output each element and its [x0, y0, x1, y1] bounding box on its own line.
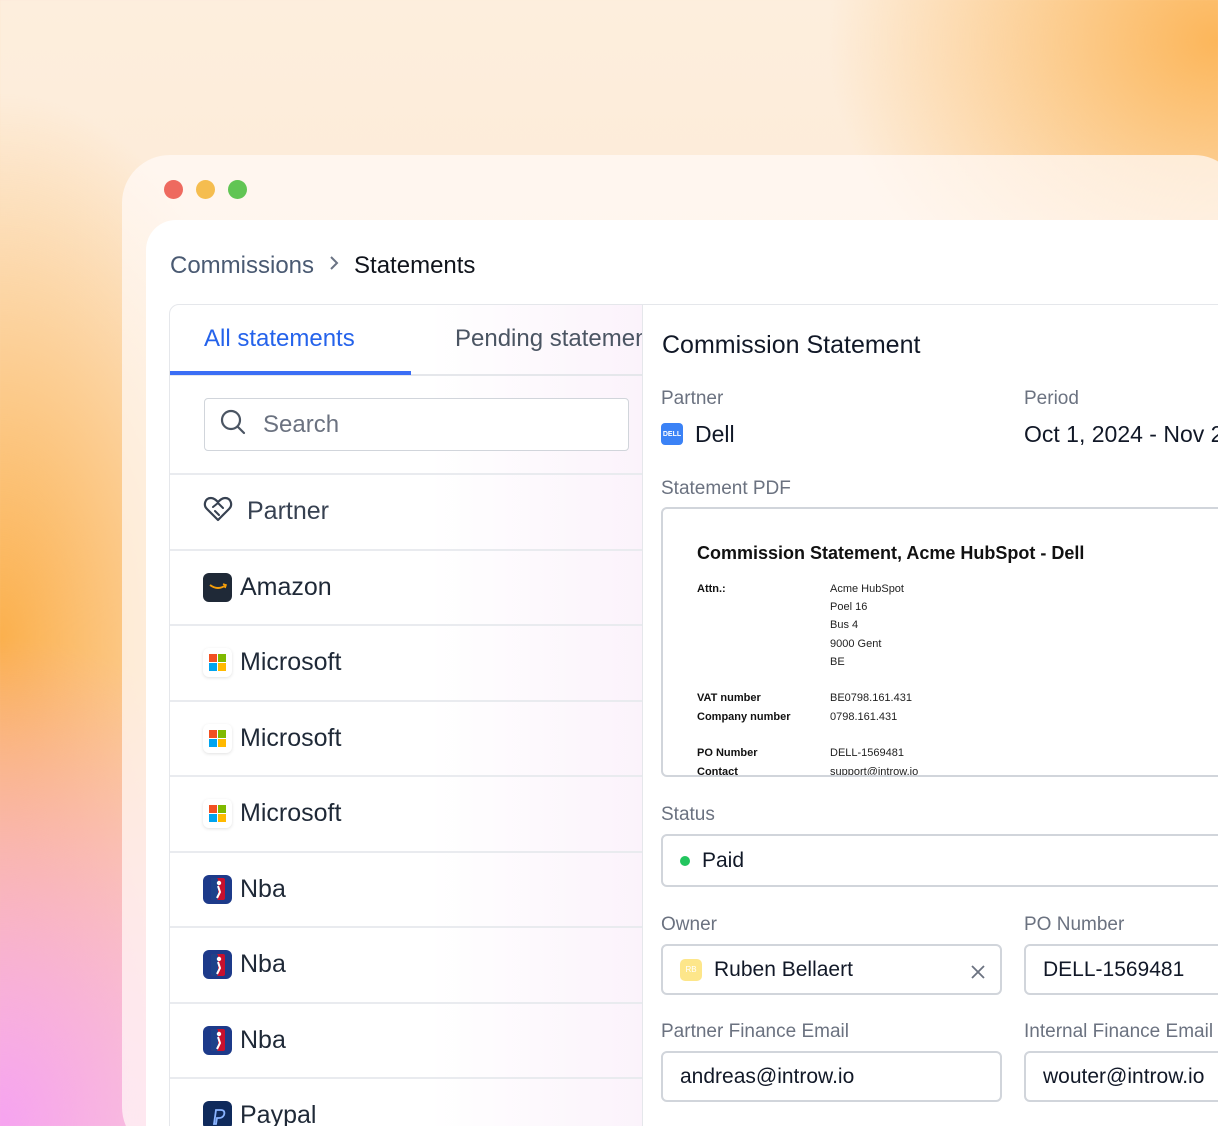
pdf-attn-line: BE: [830, 656, 845, 668]
microsoft-logo-icon: [203, 799, 232, 829]
list-item-label: Microsoft: [240, 723, 342, 752]
close-icon[interactable]: [970, 960, 986, 986]
amazon-logo-icon: [203, 572, 232, 602]
po-number-field[interactable]: DELL-1569481: [1024, 944, 1218, 995]
nba-logo-icon: [203, 950, 232, 980]
list-item[interactable]: Microsoft: [170, 699, 642, 776]
pdf-attn-line: Acme HubSpot: [830, 583, 904, 595]
pdf-attn-line: Poel 16: [830, 601, 868, 613]
breadcrumb-current: Statements: [354, 252, 476, 279]
list-item[interactable]: Microsoft: [170, 624, 642, 700]
status-label: Status: [661, 804, 715, 825]
pdf-po-label: PO Number: [697, 747, 758, 759]
partner-label: Partner: [661, 388, 724, 409]
owner-avatar: RB: [680, 958, 702, 981]
list-item[interactable]: Nba: [170, 850, 642, 927]
list-item[interactable]: Amazon: [170, 548, 642, 625]
search-placeholder: Search: [263, 410, 340, 438]
status-paid-icon: [680, 855, 690, 866]
status-select[interactable]: Paid: [661, 834, 1218, 887]
list-item[interactable]: Microsoft: [170, 775, 642, 851]
nba-logo-icon: [203, 874, 232, 904]
statements-list-panel: All statements Pending statements Search…: [169, 304, 643, 1126]
breadcrumb: Commissions Statements: [170, 252, 475, 280]
detail-title: Commission Statement: [662, 331, 921, 359]
dell-logo-icon: DELL: [661, 423, 683, 445]
pdf-po-value: DELL-1569481: [830, 747, 905, 759]
tab-bar: All statements Pending statements: [170, 305, 642, 376]
window-zoom-button[interactable]: [228, 180, 247, 199]
microsoft-logo-icon: [203, 648, 232, 678]
list-item[interactable]: Nba: [170, 926, 642, 1002]
list-item-label: Nba: [240, 874, 286, 903]
list-item[interactable]: Nba: [170, 1001, 642, 1078]
pdf-company-label: Company number: [697, 711, 791, 723]
tab-pending-statements[interactable]: Pending statements: [455, 325, 642, 353]
list-item-label: Microsoft: [240, 799, 342, 828]
internal-finance-email-field[interactable]: wouter@introw.io: [1024, 1051, 1218, 1102]
pdf-vat-label: VAT number: [697, 692, 761, 704]
list-item-label: Microsoft: [240, 648, 342, 677]
microsoft-logo-icon: [203, 723, 232, 753]
status-value: Paid: [702, 848, 745, 872]
list-item-label: Amazon: [240, 572, 332, 601]
statement-pdf-label: Statement PDF: [661, 478, 791, 499]
search-input[interactable]: Search: [204, 398, 629, 451]
partner-finance-email-label: Partner Finance Email: [661, 1021, 849, 1042]
internal-finance-email-label: Internal Finance Email: [1024, 1021, 1214, 1042]
list-header: Partner: [170, 473, 642, 549]
chevron-right-icon: [328, 254, 340, 278]
paypal-logo-icon: [203, 1101, 232, 1126]
search-icon: [219, 408, 247, 441]
active-tab-indicator: [170, 371, 411, 375]
partner-finance-email-field[interactable]: andreas@introw.io: [661, 1051, 1002, 1102]
owner-select[interactable]: RB Ruben Bellaert: [661, 944, 1002, 995]
partner-value: Dell: [695, 421, 735, 447]
pdf-contact-value: support@introw.io: [830, 766, 919, 777]
handshake-icon: [203, 495, 233, 528]
statement-detail-panel: Commission Statement Partner DELL Dell P…: [643, 304, 1218, 1126]
window-close-button[interactable]: [164, 180, 183, 199]
pdf-contact-label: Contact: [697, 766, 738, 777]
pdf-attn-line: Bus 4: [830, 619, 859, 631]
breadcrumb-commissions-link[interactable]: Commissions: [170, 252, 314, 280]
window-minimize-button[interactable]: [196, 180, 215, 199]
pdf-attn-label: Attn.:: [697, 583, 726, 595]
list-item-label: Nba: [240, 1025, 286, 1054]
list-header-label: Partner: [247, 497, 329, 526]
owner-label: Owner: [661, 914, 717, 935]
pdf-attn-line: 9000 Gent: [830, 638, 882, 650]
po-number-label: PO Number: [1024, 914, 1125, 935]
list-item-label: Paypal: [240, 1101, 317, 1126]
pdf-title: Commission Statement, Acme HubSpot - Del…: [697, 543, 1085, 563]
partner-list: Partner Amazon Microsoft Microsoft Micro…: [170, 473, 642, 1126]
nba-logo-icon: [203, 1025, 232, 1055]
list-item[interactable]: Paypal: [170, 1077, 642, 1126]
pdf-company-value: 0798.161.431: [830, 711, 898, 723]
owner-value: Ruben Bellaert: [714, 957, 853, 981]
statement-pdf-preview[interactable]: Commission Statement, Acme HubSpot - Del…: [661, 507, 1218, 777]
pdf-vat-value: BE0798.161.431: [830, 692, 912, 704]
period-label: Period: [1024, 388, 1079, 409]
tab-all-statements[interactable]: All statements: [204, 325, 355, 353]
list-item-label: Nba: [240, 950, 286, 979]
period-value: Oct 1, 2024 - Nov 2: [1024, 421, 1218, 447]
